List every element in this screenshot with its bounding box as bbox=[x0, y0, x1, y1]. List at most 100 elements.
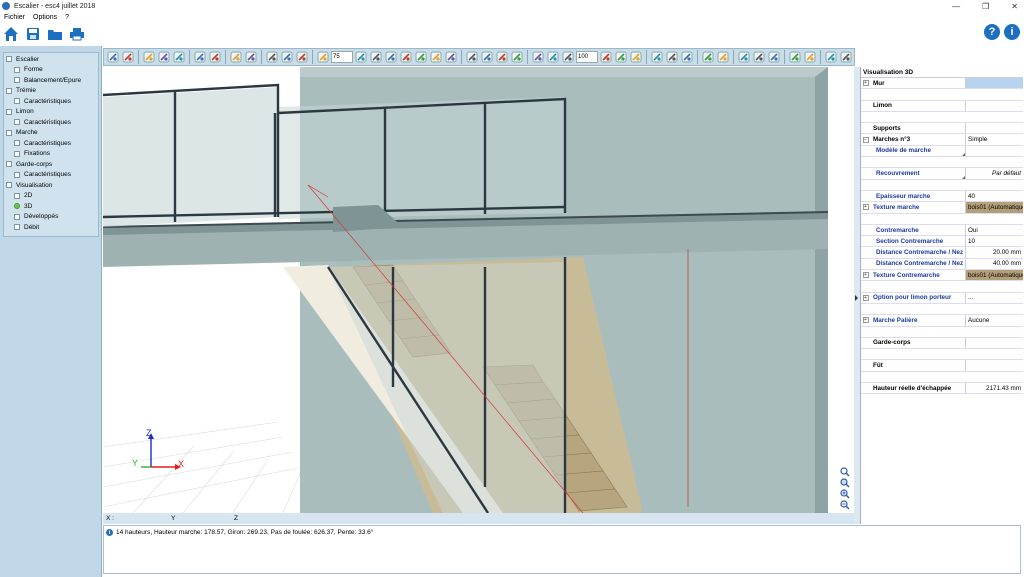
property-row[interactable]: Section Contremarche 10 bbox=[861, 236, 1023, 248]
toolbar-tool-icon[interactable] bbox=[369, 50, 383, 64]
toolbar-tool-icon[interactable] bbox=[752, 50, 766, 64]
minimize-button[interactable]: — bbox=[952, 2, 960, 11]
menu-fichier[interactable]: Fichier bbox=[4, 14, 25, 21]
property-value[interactable]: ... bbox=[966, 293, 1023, 303]
toolbar-tool-icon[interactable] bbox=[824, 50, 838, 64]
toolbar-tool-icon[interactable] bbox=[680, 50, 694, 64]
property-value[interactable] bbox=[966, 360, 1023, 370]
tree-item[interactable]: Limon bbox=[6, 107, 96, 118]
property-row[interactable]: Distance Contremarche / Nez 20.00 mm bbox=[861, 247, 1023, 259]
toolbar-tool-icon[interactable] bbox=[295, 50, 309, 64]
property-value[interactable] bbox=[966, 338, 1023, 348]
toolbar-tool-icon[interactable] bbox=[767, 50, 781, 64]
zoom-out-icon[interactable] bbox=[840, 500, 850, 510]
collapse-icon[interactable]: − bbox=[862, 136, 869, 143]
property-row[interactable]: + Mur bbox=[861, 78, 1023, 90]
property-row[interactable]: Modèle de marche bbox=[861, 145, 1023, 158]
expander[interactable]: − bbox=[861, 134, 870, 144]
toolbar-tool-icon[interactable] bbox=[106, 50, 120, 64]
property-row[interactable]: Contremarche Oui bbox=[861, 224, 1023, 237]
expander[interactable]: + bbox=[861, 315, 870, 325]
tree-item[interactable]: Caractéristiques bbox=[6, 170, 96, 181]
tree-item[interactable]: Garde-corps bbox=[6, 159, 96, 170]
toolbar-tool-icon[interactable] bbox=[193, 50, 207, 64]
toolbar-tool-icon[interactable] bbox=[157, 50, 171, 64]
tree-item[interactable]: Fixations bbox=[6, 149, 96, 160]
property-row[interactable]: Epaisseur marche 40 bbox=[861, 190, 1023, 203]
property-value[interactable]: Par défaut bbox=[966, 168, 1023, 178]
toolbar-tool-icon[interactable] bbox=[561, 50, 575, 64]
help-button[interactable]: ? bbox=[984, 24, 1000, 40]
property-value[interactable]: Aucune bbox=[966, 315, 1023, 325]
expand-icon[interactable]: + bbox=[862, 272, 869, 279]
toolbar-tool-icon[interactable] bbox=[121, 50, 135, 64]
toolbar-tool-icon[interactable] bbox=[701, 50, 715, 64]
menu-help[interactable]: ? bbox=[65, 14, 69, 21]
property-value[interactable]: bois01 (Automatique bbox=[966, 270, 1023, 281]
save-icon[interactable] bbox=[24, 25, 42, 43]
expander[interactable]: + bbox=[861, 202, 870, 212]
collapse-arrow-icon[interactable] bbox=[855, 295, 858, 301]
property-row[interactable]: Garde-corps bbox=[861, 337, 1023, 350]
toolbar-tool-icon[interactable] bbox=[716, 50, 730, 64]
tree-item[interactable]: Caractéristiques bbox=[6, 117, 96, 128]
expander[interactable]: + bbox=[861, 270, 870, 280]
toolbar-tool-icon[interactable] bbox=[208, 50, 222, 64]
property-row[interactable]: Supports bbox=[861, 123, 1023, 135]
toolbar-tool-icon[interactable] bbox=[316, 50, 330, 64]
dropdown-corner-icon[interactable] bbox=[962, 175, 965, 179]
toolbar-tool-icon[interactable] bbox=[142, 50, 156, 64]
toolbar-tool-icon[interactable] bbox=[429, 50, 443, 64]
property-row[interactable]: + Option pour limon porteur... bbox=[861, 292, 1023, 304]
property-row[interactable]: Fût bbox=[861, 360, 1023, 372]
property-value[interactable]: Simple bbox=[966, 134, 1023, 144]
info-button[interactable]: i bbox=[1004, 24, 1020, 40]
toolbar-tool-icon[interactable] bbox=[650, 50, 664, 64]
print-icon[interactable] bbox=[68, 25, 86, 43]
property-value[interactable]: 10 bbox=[966, 236, 1023, 246]
tree-item[interactable]: Développés bbox=[6, 212, 96, 223]
tree-item[interactable]: Visualisation bbox=[6, 180, 96, 191]
property-row[interactable]: + Marche Palière Aucune bbox=[861, 315, 1023, 327]
toolbar-tool-icon[interactable] bbox=[444, 50, 458, 64]
dropdown-corner-icon[interactable] bbox=[962, 153, 965, 157]
tree-item[interactable]: Forme bbox=[6, 65, 96, 76]
expand-icon[interactable]: + bbox=[862, 294, 869, 301]
toolbar-tool-icon[interactable] bbox=[280, 50, 294, 64]
toolbar-tool-icon[interactable] bbox=[495, 50, 509, 64]
property-value[interactable] bbox=[966, 78, 1023, 89]
toolbar-tool-icon[interactable] bbox=[244, 50, 258, 64]
zoom-window-icon[interactable] bbox=[840, 478, 850, 488]
home-icon[interactable] bbox=[2, 25, 20, 43]
toolbar-tool-icon[interactable] bbox=[854, 50, 855, 64]
maximize-button[interactable]: ❐ bbox=[982, 2, 989, 11]
property-row[interactable]: + Texture Contremarche bois01 (Automatique bbox=[861, 270, 1023, 282]
tree-item[interactable]: Escalier bbox=[6, 54, 96, 65]
toolbar-tool-icon[interactable] bbox=[614, 50, 628, 64]
property-row[interactable]: Distance Contremarche / Nez 40.00 mm bbox=[861, 258, 1023, 271]
folder-icon[interactable] bbox=[46, 25, 64, 43]
toolbar-tool-icon[interactable] bbox=[510, 50, 524, 64]
tree-item[interactable]: Caractéristiques bbox=[6, 138, 96, 149]
toolbar-tool-icon[interactable] bbox=[737, 50, 751, 64]
property-value[interactable]: 20.00 mm bbox=[966, 247, 1023, 257]
tree-item[interactable]: Débit bbox=[6, 222, 96, 233]
tree-item[interactable]: Trémie bbox=[6, 86, 96, 97]
toolbar-tool-icon[interactable] bbox=[414, 50, 428, 64]
3d-viewport[interactable]: Z Y X bbox=[103, 67, 854, 513]
toolbar-tool-icon[interactable] bbox=[265, 50, 279, 64]
toolbar-tool-icon[interactable] bbox=[803, 50, 817, 64]
property-row[interactable]: Limon bbox=[861, 100, 1023, 112]
property-value[interactable] bbox=[966, 123, 1023, 133]
toolbar-tool-icon[interactable] bbox=[531, 50, 545, 64]
expand-icon[interactable]: + bbox=[862, 317, 869, 324]
property-value[interactable]: Oui bbox=[966, 225, 1023, 235]
toolbar-tool-icon[interactable] bbox=[629, 50, 643, 64]
expander[interactable]: + bbox=[861, 293, 870, 303]
toolbar-tool-icon[interactable] bbox=[229, 50, 243, 64]
property-row[interactable]: Hauteur réelle d'échappée 2171.43 mm bbox=[861, 383, 1023, 395]
toolbar-tool-icon[interactable] bbox=[399, 50, 413, 64]
toolbar-tool-icon[interactable] bbox=[788, 50, 802, 64]
tree-item[interactable]: Balancement/Epure bbox=[6, 75, 96, 86]
property-row[interactable]: − Marches n°3 Simple bbox=[861, 134, 1023, 146]
